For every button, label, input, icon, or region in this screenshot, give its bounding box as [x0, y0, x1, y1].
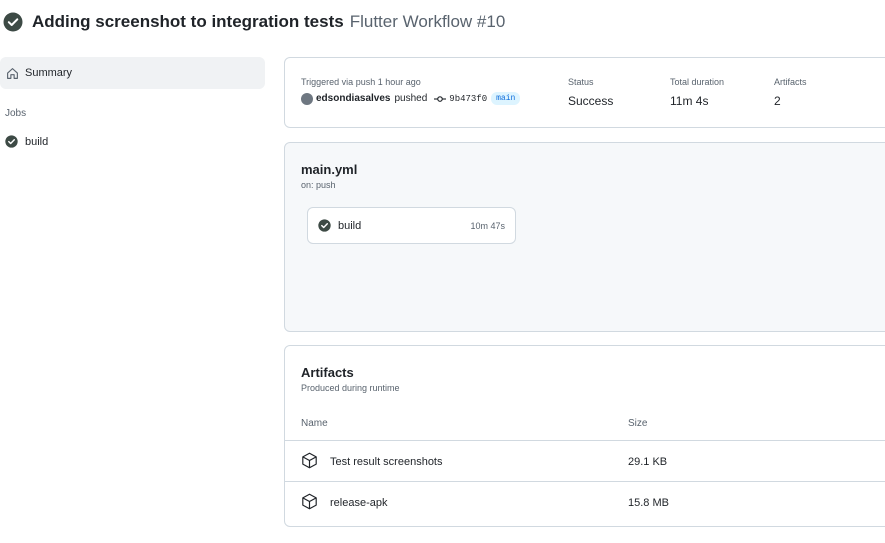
- table-row: Test result screenshots 29.1 KB: [285, 441, 885, 482]
- status-section: Status Success: [568, 77, 613, 108]
- package-icon: [302, 452, 317, 469]
- sidebar-item-label: build: [25, 135, 49, 148]
- workflow-run-label: Flutter Workflow #10: [349, 12, 506, 31]
- duration-section: Total duration 11m 4s: [670, 77, 724, 108]
- home-icon: [7, 67, 18, 79]
- run-title: Adding screenshot to integration tests: [32, 12, 344, 31]
- branch-badge[interactable]: main: [491, 92, 521, 105]
- job-name: build: [338, 219, 362, 232]
- artifacts-subtitle: Produced during runtime: [301, 383, 400, 393]
- sidebar-item-label: Summary: [25, 67, 73, 79]
- artifacts-count[interactable]: 2: [774, 94, 807, 108]
- artifacts-card: Artifacts Produced during runtime Name S…: [284, 345, 885, 527]
- status-label: Status: [568, 77, 594, 87]
- job-build-node[interactable]: build 10m 47s: [307, 207, 516, 244]
- check-circle-fill-icon: [318, 219, 331, 232]
- table-row: release-apk 15.8 MB: [285, 482, 885, 523]
- artifact-link[interactable]: release-apk: [330, 497, 387, 509]
- package-icon: [302, 493, 317, 510]
- sidebar: Summary Jobs build: [0, 57, 265, 148]
- check-circle-fill-icon: [3, 12, 23, 32]
- run-summary-card: Triggered via push 1 hour ago edsondiasa…: [284, 57, 885, 128]
- artifact-size: 15.8 MB: [628, 497, 669, 509]
- job-duration: 10m 47s: [470, 220, 505, 231]
- git-commit-icon: [434, 95, 447, 102]
- artifacts-count-section: Artifacts 2: [774, 77, 807, 108]
- column-header-size: Size: [628, 418, 648, 429]
- actor-action: pushed: [394, 93, 428, 104]
- commit-link[interactable]: 9b473f0: [449, 94, 487, 104]
- trigger-section: Triggered via push 1 hour ago edsondiasa…: [301, 77, 521, 105]
- sidebar-item-build[interactable]: build: [0, 135, 265, 148]
- artifacts-table-header: Name Size: [285, 411, 885, 441]
- status-value: Success: [568, 94, 614, 108]
- actor-link[interactable]: edsondiasalves: [316, 93, 390, 104]
- workflow-file-name: main.yml: [301, 162, 358, 177]
- duration-label: Total duration: [670, 77, 725, 87]
- trigger-details: edsondiasalves pushed 9b473f0 main: [301, 92, 521, 105]
- duration-value: 11m 4s: [670, 94, 709, 108]
- avatar[interactable]: [301, 92, 313, 105]
- check-circle-fill-icon: [5, 135, 18, 148]
- jobs-heading: Jobs: [5, 108, 27, 119]
- column-header-name: Name: [301, 418, 328, 429]
- artifacts-label: Artifacts: [774, 77, 807, 87]
- workflow-trigger: on: push: [301, 180, 336, 190]
- artifact-size: 29.1 KB: [628, 456, 668, 468]
- artifact-link[interactable]: Test result screenshots: [330, 456, 443, 468]
- trigger-label: Triggered via push 1 hour ago: [301, 77, 421, 87]
- sidebar-item-summary[interactable]: Summary: [0, 57, 265, 89]
- workflow-graph-card: main.yml on: push build 10m 47s: [284, 142, 885, 332]
- artifacts-title: Artifacts: [301, 365, 354, 380]
- page-header: Adding screenshot to integration tests F…: [3, 10, 505, 34]
